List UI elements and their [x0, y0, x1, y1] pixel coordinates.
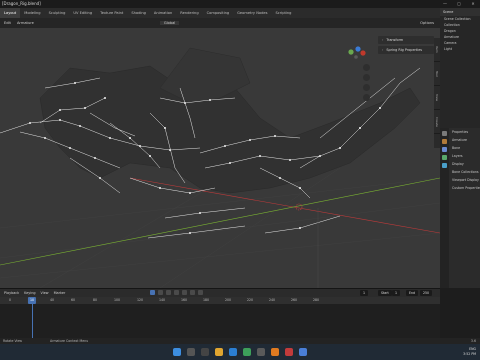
system-tray[interactable]: ENG 3:52 PM	[463, 347, 476, 357]
jump-end-icon[interactable]	[198, 290, 203, 295]
tab-uv-editing[interactable]: UV Editing	[69, 8, 96, 18]
ruler-tick: 80	[92, 298, 98, 302]
armature-tab-icon[interactable]	[442, 155, 447, 160]
tool-tab-icon[interactable]	[442, 131, 447, 136]
ruler-tick: 200	[224, 298, 232, 302]
tab-rendering[interactable]: Rendering	[176, 8, 202, 18]
navigation-gizmo[interactable]	[348, 46, 366, 59]
playhead-line	[32, 304, 33, 339]
ruler-tick: 240	[268, 298, 276, 302]
ruler-tick: 100	[113, 298, 121, 302]
clock: 3:52 PM	[463, 352, 476, 356]
current-frame-field[interactable]: 1	[360, 290, 369, 296]
workspace-tabs: Layout Modeling Sculpting UV Editing Tex…	[0, 8, 440, 18]
ruler-tick: 120	[136, 298, 144, 302]
start-frame-field[interactable]: 1	[392, 290, 401, 296]
object-tab-icon[interactable]	[442, 147, 447, 152]
window-title: [Dragon_Rig.blend]	[2, 1, 41, 6]
x-axis-line	[129, 177, 440, 234]
ruler-tick: 260	[290, 298, 298, 302]
hand-pan-icon	[363, 74, 370, 81]
close-button[interactable]: ✕	[466, 0, 480, 8]
view-menu[interactable]: View	[41, 291, 49, 295]
ruler-tick: 40	[49, 298, 55, 302]
tab-compositing[interactable]: Compositing	[203, 8, 234, 18]
viewport-header: Edit Armature Global Options	[0, 18, 440, 28]
end-label: End	[406, 290, 419, 296]
task-view-icon[interactable]	[201, 348, 209, 356]
keying-menu[interactable]: Keying	[24, 291, 35, 295]
bone-tab-icon[interactable]	[442, 163, 447, 168]
timeline: Playback Keying View Marker 1 Start 1 En…	[0, 288, 440, 339]
search-icon[interactable]	[187, 348, 195, 356]
record-icon[interactable]	[150, 290, 155, 295]
render-tab-icon[interactable]	[442, 139, 447, 144]
tab-animation[interactable]: Animation	[150, 8, 176, 18]
tab-geometry-nodes[interactable]: Geometry Nodes	[233, 8, 271, 18]
mode-menu[interactable]: Edit	[4, 21, 11, 25]
title-bar: [Dragon_Rig.blend] — ▢ ✕	[0, 0, 480, 8]
blender-icon[interactable]	[271, 348, 279, 356]
3d-cursor-icon[interactable]	[295, 203, 303, 211]
ruler-tick: 180	[202, 298, 210, 302]
viewport-canvas[interactable]	[0, 28, 440, 288]
end-frame-field[interactable]: 250	[420, 290, 433, 296]
properties-editor: Properties Armature Bone Layers Display …	[440, 128, 480, 288]
prev-key-icon[interactable]	[166, 290, 171, 295]
start-menu-icon[interactable]	[173, 348, 181, 356]
play-reverse-icon[interactable]	[174, 290, 179, 295]
viewport-nav-buttons[interactable]	[363, 64, 370, 101]
playback-controls	[150, 290, 203, 295]
spring-rig-panel[interactable]: › Spring Rig Properties	[378, 46, 434, 54]
ruler-tick: 280	[312, 298, 320, 302]
outliner-title: Scene	[440, 8, 480, 16]
tab-modeling[interactable]: Modeling	[20, 8, 44, 18]
playback-menu[interactable]: Playback	[4, 291, 19, 295]
os-taskbar: ENG 3:52 PM	[0, 344, 480, 360]
camera-view-icon	[363, 84, 370, 91]
app-icon[interactable]	[257, 348, 265, 356]
minimize-button[interactable]: —	[438, 0, 452, 8]
browser-icon[interactable]	[229, 348, 237, 356]
maximize-button[interactable]: ▢	[452, 0, 466, 8]
play-icon[interactable]	[182, 290, 187, 295]
timeline-header: Playback Keying View Marker 1 Start 1 En…	[0, 289, 440, 297]
transform-panel[interactable]: › Transform	[378, 36, 434, 44]
zoom-icon	[363, 64, 370, 71]
frame-ruler[interactable]: 0 10 40 60 80 100 120 140 160 180 200 22…	[0, 297, 440, 304]
start-label: Start	[378, 290, 392, 296]
ruler-tick: 0	[8, 298, 12, 302]
ruler-tick: 140	[158, 298, 166, 302]
outliner: Scene Scene Collection Collection Dragon…	[440, 8, 480, 128]
store-icon[interactable]	[243, 348, 251, 356]
marker-menu[interactable]: Marker	[54, 291, 66, 295]
ruler-tick: 220	[246, 298, 254, 302]
properties-tabs	[440, 128, 449, 288]
tab-texture-paint[interactable]: Texture Paint	[96, 8, 127, 18]
jump-start-icon[interactable]	[158, 290, 163, 295]
ruler-tick: 160	[180, 298, 188, 302]
ruler-tick: 60	[70, 298, 76, 302]
sidebar-panels: › Transform › Spring Rig Properties	[368, 28, 440, 54]
tab-sculpting[interactable]: Sculpting	[45, 8, 70, 18]
timeline-track-area[interactable]	[0, 304, 440, 339]
app-icon[interactable]	[285, 348, 293, 356]
perspective-toggle-icon	[363, 94, 370, 101]
tab-layout[interactable]: Layout	[0, 8, 21, 18]
file-explorer-icon[interactable]	[215, 348, 223, 356]
3d-viewport[interactable]	[0, 28, 440, 288]
options-menu[interactable]: Options	[420, 21, 434, 25]
next-key-icon[interactable]	[190, 290, 195, 295]
transform-orientation-select[interactable]: Global	[159, 21, 180, 25]
tab-shading[interactable]: Shading	[127, 8, 150, 18]
app-icon[interactable]	[299, 348, 307, 356]
playhead[interactable]: 10	[27, 297, 37, 304]
outliner-item[interactable]: Light	[440, 46, 480, 52]
armature-menu[interactable]: Armature	[17, 21, 34, 25]
tab-scripting[interactable]: Scripting	[271, 8, 295, 18]
